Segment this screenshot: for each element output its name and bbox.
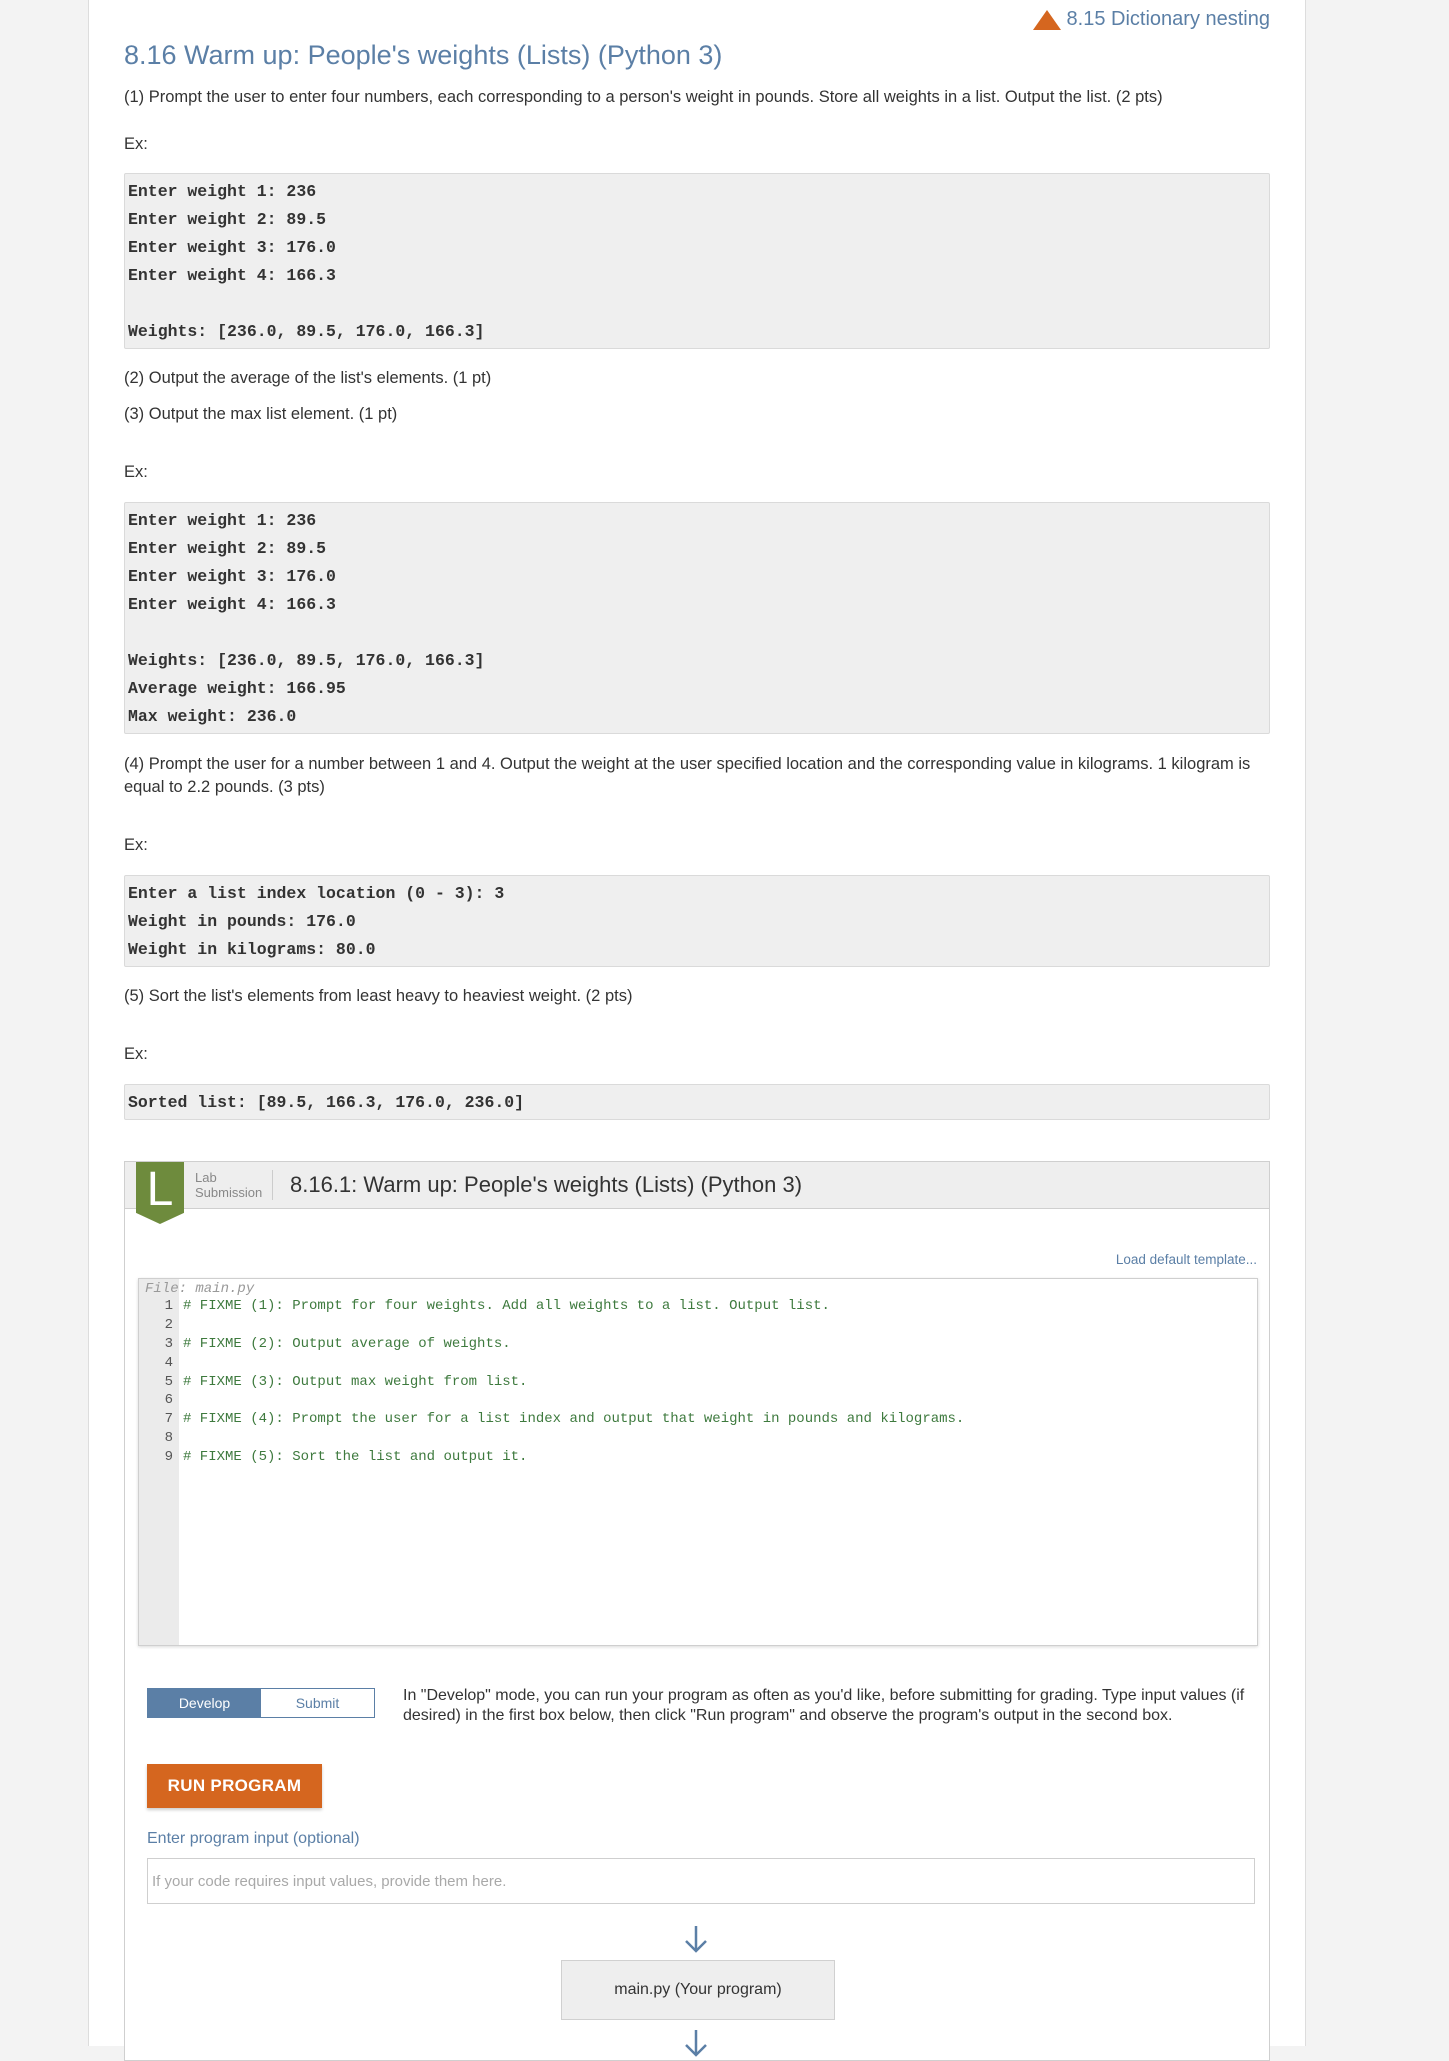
code-text[interactable]: # FIXME (2): Output average of weights. [179, 1336, 511, 1352]
example-label-4: Ex: [124, 1045, 148, 1063]
code-output-line: Enter a list index location (0 - 3): 3 [128, 884, 505, 903]
mode-toggle: Develop Submit [147, 1688, 375, 1718]
line-number: 8 [164, 1429, 173, 1446]
code-line[interactable]: 2 [139, 1316, 1257, 1335]
instruction-3: (3) Output the max list element. (1 pt) [124, 405, 398, 423]
lab-title: 8.16.1: Warm up: People's weights (Lists… [290, 1172, 803, 1197]
prev-section-link[interactable]: 8.15 Dictionary nesting [1032, 8, 1270, 31]
line-number: 3 [164, 1335, 173, 1352]
line-number: 6 [164, 1392, 173, 1409]
code-line[interactable]: 5 # FIXME (3): Output max weight from lis… [139, 1372, 1257, 1391]
example-label-1: Ex: [124, 135, 148, 153]
lab-kind: Lab Submission [195, 1170, 274, 1200]
lab-header: L Lab Submission 8.16.1: Warm up: People… [125, 1162, 1269, 1224]
code-output-line: Enter weight 1: 236 [128, 182, 317, 201]
content-page: 8.15 Dictionary nesting 8.16 Warm up: Pe… [88, 0, 1306, 2061]
load-default-template-link[interactable]: Load default template... [1116, 1252, 1257, 1267]
code-output-line: Sorted list: [89.5, 166.3, 176.0, 236.0] [128, 1093, 525, 1112]
code-output-line: Enter weight 1: 236 [128, 511, 317, 530]
code-output-line: Weights: [236.0, 89.5, 176.0, 166.3] [128, 651, 485, 670]
code-text[interactable]: # FIXME (4): Prompt the user for a list … [179, 1411, 964, 1427]
code-output-line: Weights: [236.0, 89.5, 176.0, 166.3] [128, 322, 485, 341]
code-line[interactable]: 8 [139, 1429, 1257, 1448]
prev-section-label: 8.15 Dictionary nesting [1066, 8, 1270, 30]
triangle-up-icon [1032, 9, 1061, 30]
code-output-line: Weight in pounds: 176.0 [128, 912, 356, 931]
code-output-line: Enter weight 4: 166.3 [128, 266, 336, 285]
line-number: 9 [164, 1448, 173, 1465]
code-output-line: Average weight: 166.95 [128, 679, 346, 698]
example-output-4: Sorted list: [89.5, 166.3, 176.0, 236.0] [124, 1084, 1270, 1120]
instruction-4: (4) Prompt the user for a number between… [124, 755, 1251, 796]
code-line[interactable]: 4 [139, 1353, 1257, 1372]
section-title: 8.16 Warm up: People's weights (Lists) (… [124, 40, 723, 70]
code-output-line: Enter weight 4: 166.3 [128, 595, 336, 614]
instruction-5: (5) Sort the list's elements from least … [124, 987, 633, 1005]
line-number: 2 [164, 1317, 173, 1334]
mode-description: In "Develop" mode, you can run your prog… [403, 1687, 1245, 1724]
code-editor[interactable]: File: main.py 1 # FIXME (1): Prompt for f… [138, 1278, 1258, 1646]
code-line[interactable]: 1 # FIXME (1): Prompt for four weights. A… [139, 1297, 1257, 1316]
program-file-box: main.py (Your program) [561, 1960, 835, 2020]
code-line[interactable]: 7 # FIXME (4): Prompt the user for a list… [139, 1410, 1257, 1429]
code-line[interactable]: 6 [139, 1391, 1257, 1410]
code-text[interactable]: # FIXME (1): Prompt for four weights. Ad… [179, 1298, 830, 1314]
example-output-2: Enter weight 1: 236 Enter weight 2: 89.5 E… [124, 502, 1270, 734]
example-label-2: Ex: [124, 463, 148, 481]
code-line[interactable]: 9 # FIXME (5): Sort the list and output i… [139, 1447, 1257, 1466]
example-label-3: Ex: [124, 836, 148, 854]
code-output-line: Weight in kilograms: 80.0 [128, 940, 376, 959]
example-output-1: Enter weight 1: 236 Enter weight 2: 89.5 E… [124, 173, 1270, 349]
run-program-button[interactable]: RUN PROGRAM [147, 1764, 322, 1808]
code-output-line [128, 290, 1266, 318]
code-output-line: Max weight: 236.0 [128, 707, 297, 726]
example-output-3: Enter a list index location (0 - 3): 3 We… [124, 875, 1270, 967]
code-text[interactable]: # FIXME (5): Sort the list and output it… [179, 1449, 527, 1465]
code-output-line: Enter weight 2: 89.5 [128, 210, 327, 229]
line-number: 1 [164, 1298, 173, 1315]
code-output-line: Enter weight 3: 176.0 [128, 567, 336, 586]
code-output-line: Enter weight 2: 89.5 [128, 539, 327, 558]
program-input-field[interactable] [147, 1858, 1255, 1904]
code-text[interactable]: # FIXME (3): Output max weight from list… [179, 1374, 527, 1390]
line-number: 4 [164, 1354, 173, 1371]
develop-mode-button[interactable]: Develop [148, 1689, 261, 1717]
lab-kind-line1: Lab [195, 1170, 217, 1185]
code-line[interactable]: 3 # FIXME (2): Output average of weights. [139, 1335, 1257, 1354]
line-number: 7 [164, 1411, 173, 1428]
line-number: 5 [164, 1373, 173, 1390]
lab-panel: L Lab Submission 8.16.1: Warm up: People… [124, 1161, 1270, 2061]
editor-file-label: File: main.py [145, 1281, 255, 1297]
code-lines[interactable]: 1 # FIXME (1): Prompt for four weights. A… [139, 1297, 1257, 1466]
instruction-1: (1) Prompt the user to enter four number… [124, 88, 1163, 106]
code-output-line [128, 619, 1266, 647]
program-input-label: Enter program input (optional) [147, 1830, 360, 1847]
instruction-2: (2) Output the average of the list's ele… [124, 369, 492, 387]
lab-kind-line2: Submission [195, 1185, 263, 1200]
submit-mode-button[interactable]: Submit [261, 1689, 374, 1717]
code-output-line: Enter weight 3: 176.0 [128, 238, 336, 257]
arrow-down-icon [685, 2030, 707, 2057]
arrow-down-icon [685, 1926, 707, 1953]
lab-badge: L [136, 1162, 184, 1224]
